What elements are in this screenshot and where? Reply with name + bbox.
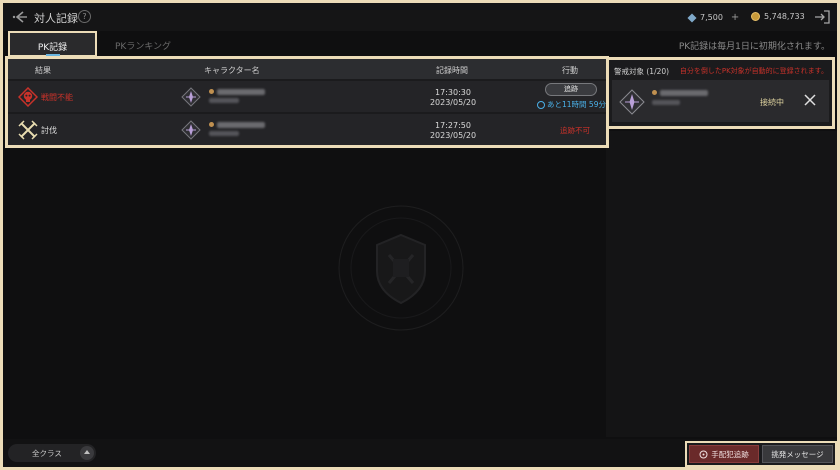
- record-date: 2023/05/20: [429, 98, 477, 107]
- guild-name-redacted: [652, 100, 680, 105]
- help-icon[interactable]: ?: [78, 10, 91, 23]
- remaining-time: あと11時間 59分: [537, 99, 606, 110]
- class-emblem-icon: [181, 120, 201, 140]
- guild-icon: [209, 89, 214, 94]
- record-time: 17:27:50 2023/05/20: [413, 121, 493, 141]
- pk-record-table: 結果 キャラクター名 記録時間 行動 戦闘不能 17:30:30 2023/05…: [5, 56, 609, 148]
- guild-name-redacted: [209, 131, 239, 136]
- guild-icon: [209, 122, 214, 127]
- wanted-tracking-label: 手配犯追跡: [711, 449, 749, 459]
- wanted-icon: [699, 450, 708, 458]
- shield-emblem-icon: [338, 205, 464, 331]
- class-emblem-icon: [619, 89, 645, 115]
- result-label: 戦闘不能: [41, 93, 73, 102]
- gold-currency: 5,748,733: [751, 12, 805, 21]
- clock-icon: [537, 100, 545, 109]
- exit-icon[interactable]: [813, 8, 831, 26]
- watch-list-item[interactable]: 接続中: [612, 80, 829, 122]
- add-gems-button[interactable]: +: [731, 12, 739, 23]
- result-label: 討伐: [41, 126, 57, 135]
- character-name-redacted: [217, 89, 265, 95]
- crossed-swords-icon: [18, 120, 38, 140]
- provoke-message-label: 挑発メッセージ: [771, 449, 824, 459]
- reset-notice: PK記録は毎月1日に初期化されます。: [678, 42, 830, 52]
- column-character-name: キャラクター名: [204, 66, 260, 75]
- column-record-time: 記録時間: [436, 66, 468, 75]
- watch-target-panel: 警戒対象 (1/20) 自分を倒したPK対象が自動的に登録されます。 接続中: [606, 57, 835, 129]
- skull-icon: [18, 87, 38, 107]
- class-emblem-icon: [181, 87, 201, 107]
- tab-pk-record[interactable]: PK記録: [8, 31, 97, 57]
- class-filter-dropdown[interactable]: 全クラス: [8, 444, 96, 462]
- guild-name-redacted: [209, 98, 239, 103]
- gold-amount: 5,748,733: [764, 12, 805, 21]
- online-status: 接続中: [760, 98, 784, 107]
- record-clock-time: 17:27:50: [435, 121, 471, 130]
- gold-coin-icon: [751, 12, 760, 21]
- wanted-tracking-button[interactable]: 手配犯追跡: [689, 445, 759, 463]
- record-time: 17:30:30 2023/05/20: [413, 88, 493, 108]
- character-name-redacted: [660, 90, 708, 96]
- untrackable-status: 追跡不可: [560, 126, 590, 135]
- bottom-button-group: 手配犯追跡 挑発メッセージ: [685, 441, 837, 467]
- guild-icon: [652, 90, 657, 95]
- watch-list-area: [606, 131, 837, 437]
- table-header: 結果 キャラクター名 記録時間 行動: [8, 59, 606, 79]
- provoke-message-button[interactable]: 挑発メッセージ: [762, 445, 833, 463]
- chevron-up-icon[interactable]: [80, 446, 94, 460]
- watch-panel-title: 警戒対象 (1/20): [614, 67, 670, 76]
- column-result: 結果: [35, 66, 51, 75]
- record-date: 2023/05/20: [429, 131, 477, 140]
- back-arrow-icon[interactable]: [11, 8, 29, 26]
- table-row[interactable]: 討伐 17:27:50 2023/05/20 追跡不可: [8, 114, 606, 145]
- close-icon[interactable]: [803, 93, 817, 107]
- column-action: 行動: [562, 66, 578, 75]
- app-frame: 対人記録 ? 7,500 + 5,748,733 PK記録 PKランキング PK…: [3, 3, 837, 467]
- gem-currency: 7,500 +: [687, 12, 739, 23]
- gem-icon: [687, 12, 697, 23]
- tab-pk-record-label: PK記録: [37, 43, 68, 53]
- character-name-redacted: [217, 122, 265, 128]
- chase-button[interactable]: 追跡: [545, 83, 597, 96]
- watch-panel-note: 自分を倒したPK対象が自動的に登録されます。: [679, 67, 828, 75]
- remaining-time-label: あと11時間 59分: [547, 100, 606, 109]
- class-filter-label: 全クラス: [32, 449, 62, 458]
- record-clock-time: 17:30:30: [435, 88, 471, 97]
- gem-amount: 7,500: [700, 13, 723, 22]
- table-row[interactable]: 戦闘不能 17:30:30 2023/05/20 追跡 あと11時間 59分: [8, 81, 606, 112]
- top-bar: 対人記録 ? 7,500 + 5,748,733: [3, 3, 837, 31]
- tab-pk-ranking[interactable]: PKランキング: [115, 39, 171, 52]
- page-title: 対人記録: [34, 12, 78, 25]
